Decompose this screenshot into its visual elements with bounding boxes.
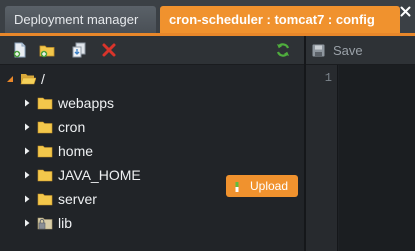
folder-icon [37, 144, 53, 158]
tree-item-cron[interactable]: cron [0, 116, 304, 138]
folder-icon [37, 192, 53, 206]
tree-item-lib[interactable]: lib [0, 212, 304, 234]
tree-item-label: JAVA_HOME [58, 167, 141, 183]
new-folder-icon[interactable] [39, 42, 55, 58]
code-editor[interactable] [339, 65, 415, 251]
folder-lock-icon [37, 216, 53, 230]
new-file-icon[interactable] [12, 42, 28, 58]
collapsed-arrow-icon[interactable] [22, 218, 32, 228]
expanded-arrow-icon[interactable] [5, 74, 15, 84]
collapsed-arrow-icon[interactable] [22, 146, 32, 156]
tree-item-label: server [58, 191, 97, 207]
collapsed-arrow-icon[interactable] [22, 194, 32, 204]
collapsed-arrow-icon[interactable] [22, 122, 32, 132]
tree-root-label: / [41, 71, 45, 87]
upload-arrow-icon [233, 179, 241, 193]
collapsed-arrow-icon[interactable] [22, 170, 32, 180]
upload-label: Upload [250, 179, 289, 193]
tree-root[interactable]: / [0, 68, 304, 90]
tree-item-label: home [58, 143, 94, 159]
folder-open-icon [20, 72, 36, 86]
close-icon[interactable] [400, 6, 411, 17]
editor-panel: Save 1 [306, 36, 415, 251]
save-label: Save [333, 43, 363, 58]
file-browser-panel: / webapps cron home JAVA_HOME server lib… [0, 36, 304, 251]
save-icon [312, 44, 325, 57]
save-button[interactable]: Save [306, 36, 415, 65]
folder-icon [37, 96, 53, 110]
folder-icon [37, 168, 53, 182]
tree-item-label: cron [58, 119, 86, 135]
add-mount-icon[interactable] [71, 42, 87, 58]
tab-bar: Deployment manager cron-scheduler : tomc… [0, 0, 415, 36]
upload-button[interactable]: Upload [226, 175, 298, 197]
tab-config[interactable]: cron-scheduler : tomcat7 : config [160, 6, 400, 33]
tab-deployment-manager[interactable]: Deployment manager [5, 6, 156, 33]
file-toolbar [0, 36, 304, 65]
line-number-gutter: 1 [306, 65, 338, 251]
folder-icon [37, 120, 53, 134]
tree-item-label: lib [58, 215, 73, 231]
tree-item-webapps[interactable]: webapps [0, 92, 304, 114]
refresh-icon[interactable] [275, 42, 291, 58]
tree-item-home[interactable]: home [0, 140, 304, 162]
collapsed-arrow-icon[interactable] [22, 98, 32, 108]
line-number: 1 [324, 71, 332, 85]
delete-icon[interactable] [101, 42, 117, 58]
tree-item-label: webapps [58, 95, 115, 111]
